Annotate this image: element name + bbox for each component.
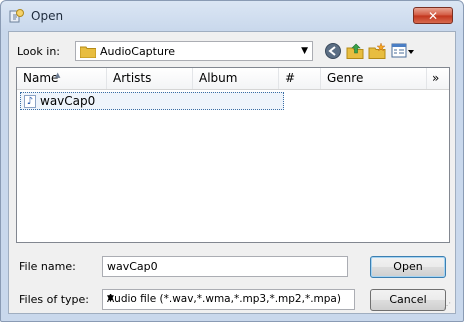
- up-folder-icon[interactable]: [346, 42, 364, 60]
- look-in-dropdown[interactable]: AudioCapture ▼: [75, 41, 313, 61]
- column-genre[interactable]: Genre: [321, 68, 427, 89]
- column-name[interactable]: Name ▲: [17, 68, 107, 89]
- file-type-dropdown[interactable]: Audio file (*.wav,*.wma,*.mp3,*.mp2,*.mp…: [102, 289, 355, 310]
- column-album[interactable]: Album: [193, 68, 279, 89]
- new-folder-icon[interactable]: [368, 42, 386, 60]
- close-button[interactable]: ✕: [413, 7, 453, 24]
- chevron-down-icon: ▼: [107, 294, 114, 304]
- chevrons-right-icon: »: [432, 71, 440, 85]
- column-genre-label: Genre: [327, 71, 364, 85]
- list-item[interactable]: ♪ wavCap0: [20, 92, 284, 110]
- window-title: Open: [31, 9, 64, 23]
- file-name-input[interactable]: wavCap0: [102, 256, 348, 277]
- view-menu-icon[interactable]: [391, 42, 415, 60]
- audio-file-icon: ♪: [24, 95, 36, 108]
- look-in-label: Look in:: [17, 45, 60, 58]
- close-icon: ✕: [427, 9, 439, 23]
- cancel-button-label: Cancel: [389, 293, 427, 306]
- file-name-label: File name:: [19, 260, 76, 273]
- back-icon[interactable]: [324, 42, 342, 60]
- column-number[interactable]: #: [279, 68, 321, 89]
- column-album-label: Album: [199, 71, 238, 85]
- column-artists-label: Artists: [113, 71, 152, 85]
- folder-icon: [80, 46, 96, 58]
- open-button-label: Open: [393, 260, 423, 273]
- dialog-icon: [9, 9, 24, 23]
- title-bar[interactable]: Open ✕: [1, 1, 463, 31]
- chevron-down-icon: ▼: [301, 46, 308, 56]
- file-item-name: wavCap0: [40, 94, 96, 108]
- look-in-value: AudioCapture: [100, 45, 176, 58]
- more-columns-button[interactable]: »: [427, 68, 449, 89]
- column-name-label: Name: [23, 71, 59, 85]
- column-number-label: #: [285, 71, 296, 85]
- open-button[interactable]: Open: [370, 256, 446, 278]
- list-header: Name ▲ Artists Album # Genre »: [17, 68, 449, 90]
- column-artists[interactable]: Artists: [107, 68, 193, 89]
- resize-grip-icon[interactable]: ⋰: [443, 301, 453, 311]
- open-dialog: Open ✕ Look in: AudioCapture ▼ Name ▲ Ar…: [0, 0, 464, 322]
- file-name-value: wavCap0: [107, 260, 158, 273]
- files-of-type-label: Files of type:: [19, 293, 90, 306]
- file-list[interactable]: Name ▲ Artists Album # Genre » ♪ wavCap0: [16, 67, 450, 243]
- sort-ascending-icon: ▲: [55, 71, 61, 79]
- dialog-body: Look in: AudioCapture ▼ Name ▲ Artists A…: [8, 31, 456, 314]
- cancel-button[interactable]: Cancel: [370, 289, 446, 311]
